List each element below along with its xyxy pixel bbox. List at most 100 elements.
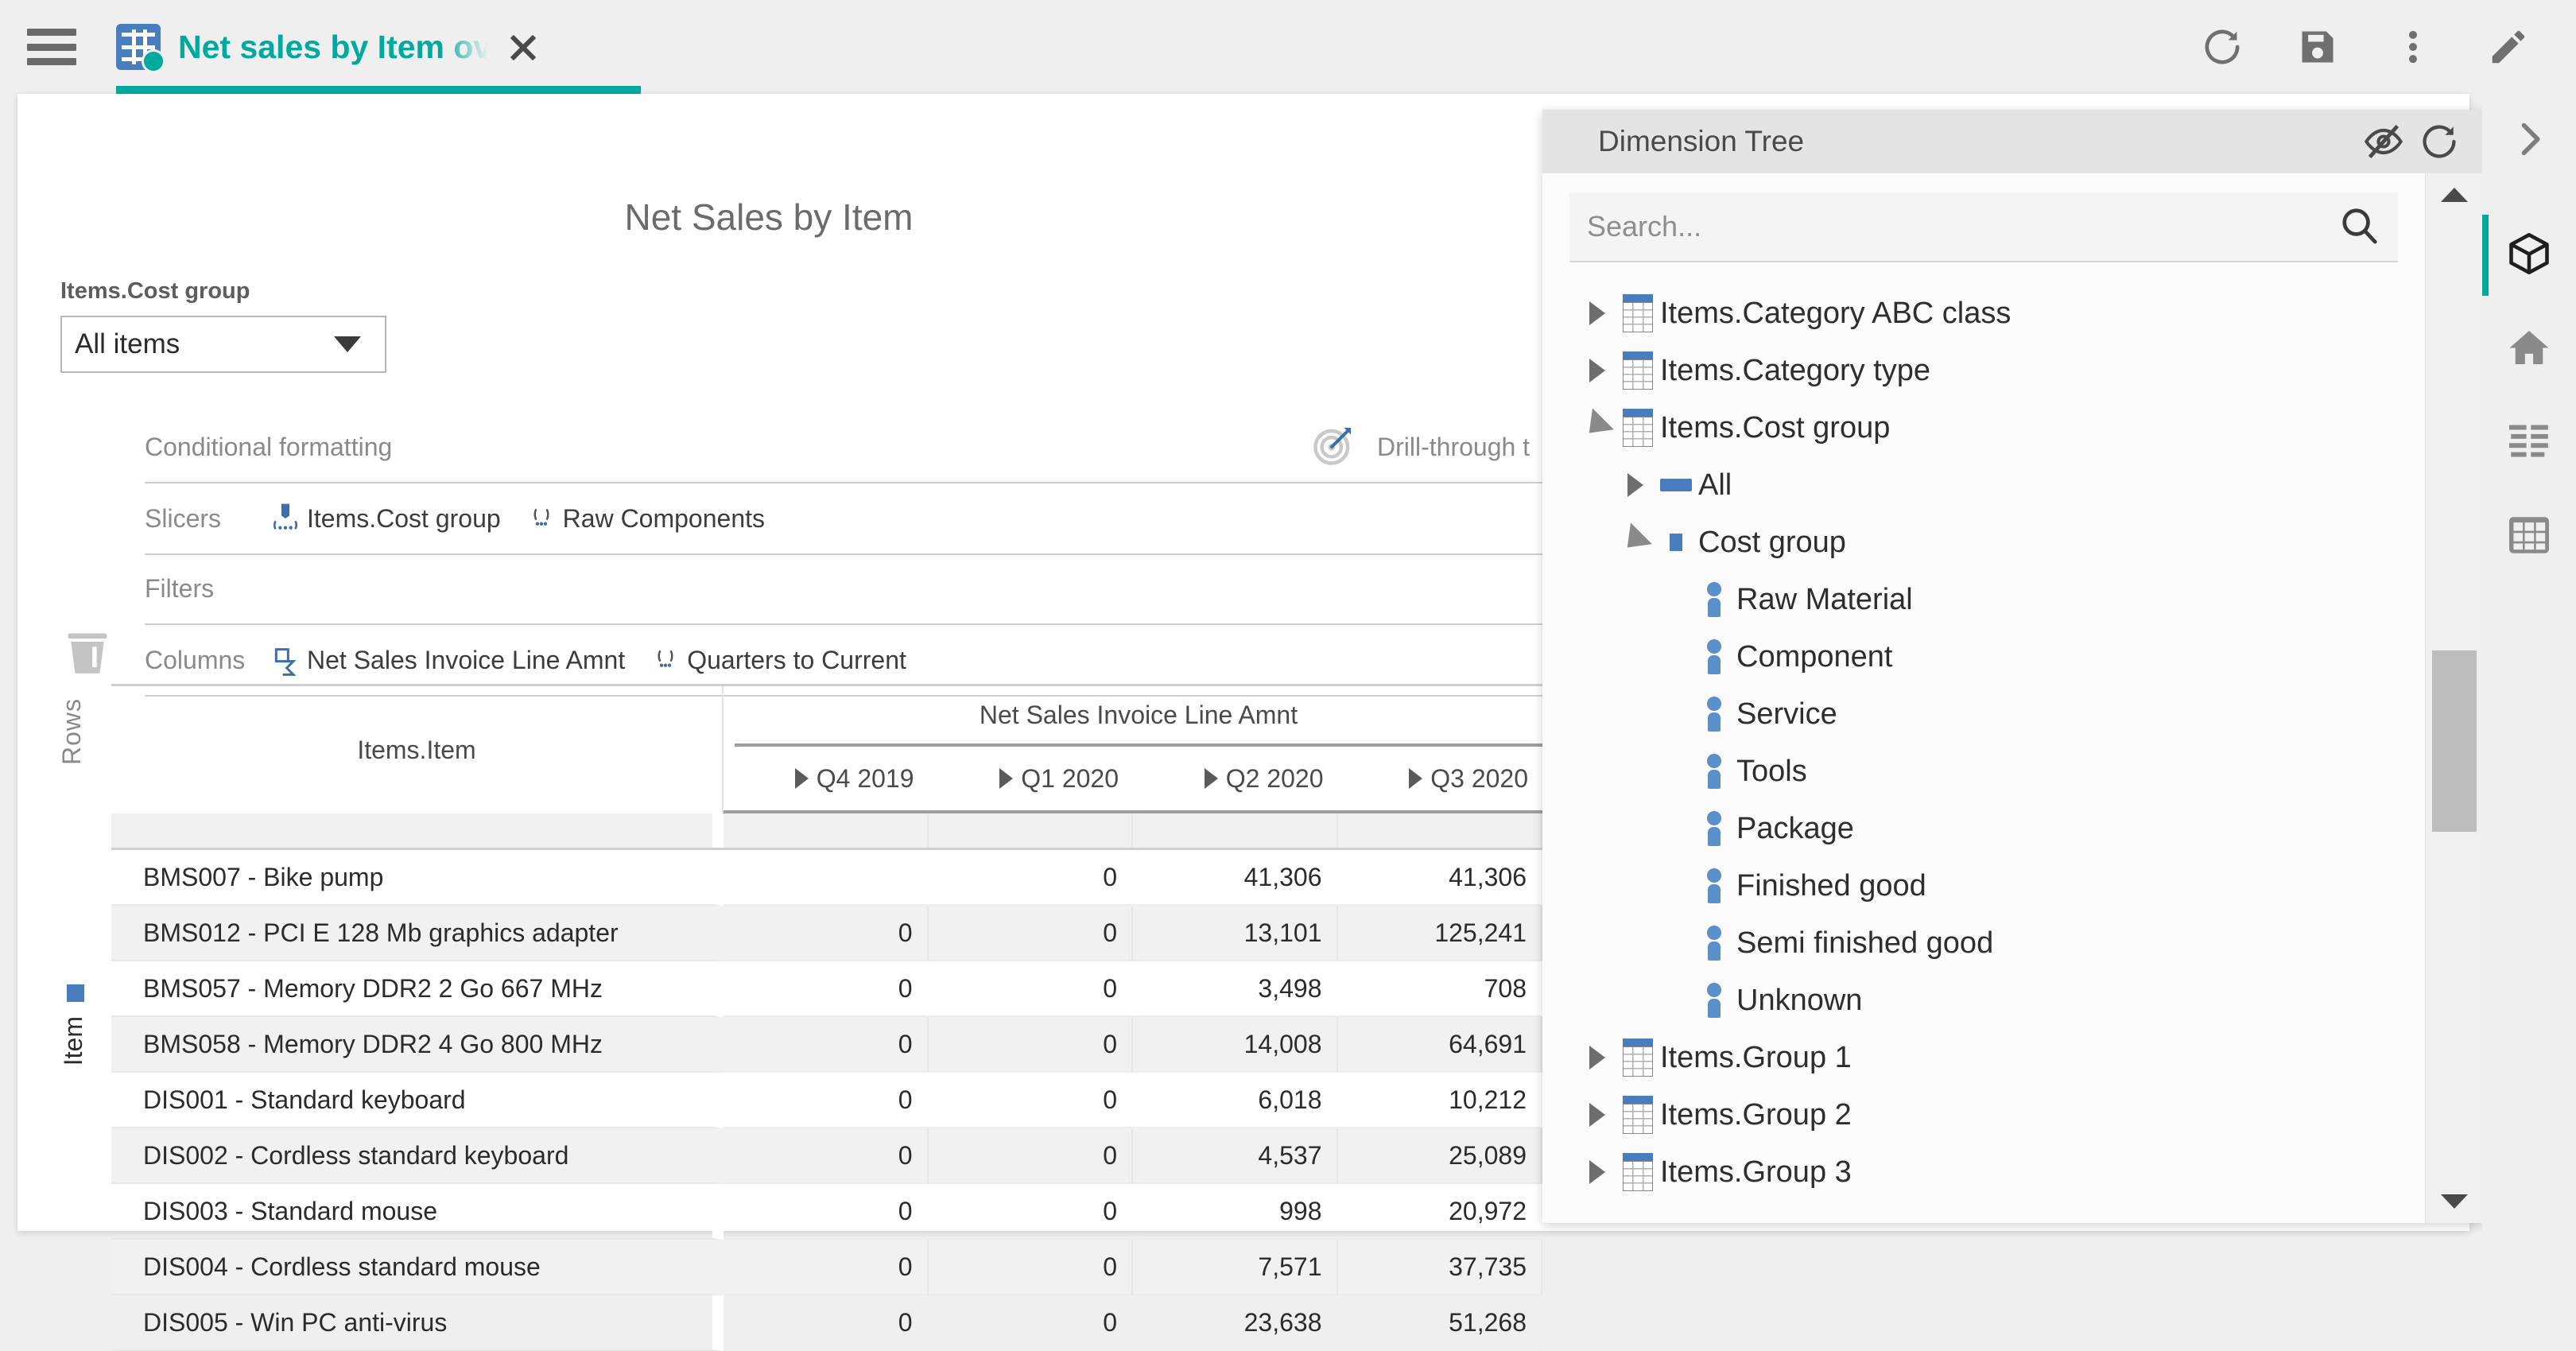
tree-node[interactable]: Items.Group 3 [1542,1143,2425,1201]
slicer-chip-cost-group[interactable]: Items.Cost group [272,503,501,534]
chevron-down-icon[interactable] [1579,418,1616,438]
expand-triangle-icon[interactable] [795,768,809,789]
expand-panel-button[interactable] [2482,94,2576,188]
filters-row[interactable]: Filters [145,553,1584,625]
slicer-chip-raw-components[interactable]: Raw Components [528,503,765,534]
list-panel-button[interactable] [2482,396,2576,490]
home-button[interactable] [2482,302,2576,396]
table-row[interactable]: BMS012 - PCI E 128 Mb graphics adapter00… [111,906,1542,961]
pivot-cell[interactable]: 41,306 [1338,850,1543,906]
pivot-cell[interactable]: 13,101 [1133,906,1338,961]
refresh-icon[interactable] [2199,24,2245,70]
pivot-cell[interactable]: 0 [724,1240,929,1295]
tree-node[interactable]: Service [1542,685,2425,743]
pivot-row-header[interactable]: Items.Item [111,686,724,813]
refresh-tree-icon[interactable] [2419,121,2460,162]
dimension-tree-search[interactable] [1569,192,2398,262]
pivot-cell[interactable]: 998 [1133,1184,1338,1240]
pivot-cell[interactable]: 20,972 [1338,1184,1543,1240]
pivot-cell[interactable]: 0 [929,850,1134,906]
expand-triangle-icon[interactable] [1205,768,1218,789]
tree-node[interactable]: Tools [1542,743,2425,800]
pivot-cell[interactable]: 0 [724,1295,929,1351]
pivot-cell[interactable]: 0 [929,1295,1134,1351]
tree-node[interactable]: Items.Cost group [1542,399,2425,456]
table-row[interactable]: BMS057 - Memory DDR2 2 Go 667 MHz003,498… [111,961,1542,1017]
pivot-cell[interactable]: 0 [724,961,929,1017]
chevron-right-icon[interactable] [1579,1103,1616,1127]
chevron-right-icon[interactable] [1579,1160,1616,1184]
pivot-cell[interactable]: 0 [724,1017,929,1073]
pivot-column-header[interactable]: Q4 2019 [724,747,929,810]
tree-node[interactable]: Cost group [1542,514,2425,571]
eye-off-icon[interactable] [2363,121,2404,162]
table-row[interactable]: BMS058 - Memory DDR2 4 Go 800 MHz0014,00… [111,1017,1542,1073]
pivot-cell[interactable]: 4,537 [1133,1128,1338,1184]
slicers-row[interactable]: Slicers Items.Cost group Raw Components [145,483,1584,555]
pivot-cell[interactable]: 0 [724,1128,929,1184]
scroll-up-icon[interactable] [2426,173,2482,216]
pivot-cell[interactable]: 64,691 [1338,1017,1543,1073]
pivot-cell[interactable] [724,850,929,906]
pivot-cell[interactable]: 23,638 [1133,1295,1338,1351]
expand-triangle-icon[interactable] [1409,768,1422,789]
pivot-cell[interactable]: 6,018 [1133,1073,1338,1128]
pivot-cell[interactable]: 51,268 [1338,1295,1543,1351]
chevron-right-icon[interactable] [1579,301,1616,325]
pivot-cell[interactable]: 0 [724,1184,929,1240]
hamburger-icon[interactable] [27,29,76,65]
pivot-column-header[interactable]: Q2 2020 [1133,747,1338,810]
tree-node[interactable]: Package [1542,800,2425,857]
trash-icon[interactable] [62,628,113,677]
pivot-column-header[interactable]: Q1 2020 [929,747,1134,810]
pivot-cell[interactable]: 25,089 [1338,1128,1543,1184]
tree-node[interactable]: Items.Group 1 [1542,1029,2425,1086]
pivot-cell[interactable]: 10,212 [1338,1073,1543,1128]
chevron-down-icon[interactable] [1617,533,1654,553]
search-icon[interactable] [2337,204,2380,250]
close-icon[interactable] [506,29,541,64]
pivot-measure-title[interactable]: Net Sales Invoice Line Amnt [735,686,1542,747]
chevron-right-icon[interactable] [1579,1046,1616,1070]
pivot-column-header[interactable]: Q3 2020 [1338,747,1543,810]
tree-node[interactable]: All [1542,456,2425,514]
tree-node[interactable]: Unknown [1542,972,2425,1029]
table-row[interactable]: DIS004 - Cordless standard mouse007,5713… [111,1240,1542,1295]
pivot-cell[interactable]: 3,498 [1133,961,1338,1017]
kebab-menu-icon[interactable] [2390,24,2436,70]
chevron-right-icon[interactable] [1617,473,1654,497]
rows-field-label[interactable]: Item [59,1016,88,1066]
dimension-tree-scrollbar[interactable] [2425,173,2482,1223]
tree-node[interactable]: Raw Material [1542,571,2425,628]
pencil-icon[interactable] [2485,24,2531,70]
grid-panel-button[interactable] [2482,490,2576,584]
pivot-cell[interactable]: 0 [724,906,929,961]
pivot-cell[interactable]: 0 [929,1017,1134,1073]
table-row[interactable]: BMS007 - Bike pump041,30641,306 [111,850,1542,906]
pivot-cell[interactable]: 0 [724,1073,929,1128]
cube-panel-button[interactable] [2482,208,2576,302]
table-row[interactable]: DIS003 - Standard mouse0099820,972 [111,1184,1542,1240]
pivot-cell[interactable]: 125,241 [1338,906,1543,961]
cost-group-select[interactable]: All items [60,316,386,373]
column-chip-quarters[interactable]: Quarters to Current [652,644,906,676]
tree-node[interactable]: Semi finished good [1542,914,2425,972]
column-chip-measure[interactable]: Net Sales Invoice Line Amnt [272,644,625,676]
tree-node[interactable]: Finished good [1542,857,2425,914]
pivot-cell[interactable]: 0 [929,1073,1134,1128]
tree-node[interactable]: Items.Group 2 [1542,1086,2425,1143]
save-icon[interactable] [2295,24,2341,70]
tree-node[interactable]: Items.Category type [1542,342,2425,399]
pivot-cell[interactable]: 14,008 [1133,1017,1338,1073]
table-row[interactable]: DIS005 - Win PC anti-virus0023,63851,268 [111,1295,1542,1351]
pivot-cell[interactable]: 708 [1338,961,1543,1017]
report-tab[interactable]: Net sales by Item ove [103,0,560,94]
pivot-cell[interactable]: 0 [929,1184,1134,1240]
expand-triangle-icon[interactable] [999,768,1013,789]
table-row[interactable]: DIS001 - Standard keyboard006,01810,212 [111,1073,1542,1128]
pivot-cell[interactable]: 0 [929,961,1134,1017]
pivot-cell[interactable]: 7,571 [1133,1240,1338,1295]
pivot-cell[interactable]: 41,306 [1133,850,1338,906]
tree-node[interactable]: Items.Category ABC class [1542,285,2425,342]
search-input[interactable] [1587,210,2337,243]
